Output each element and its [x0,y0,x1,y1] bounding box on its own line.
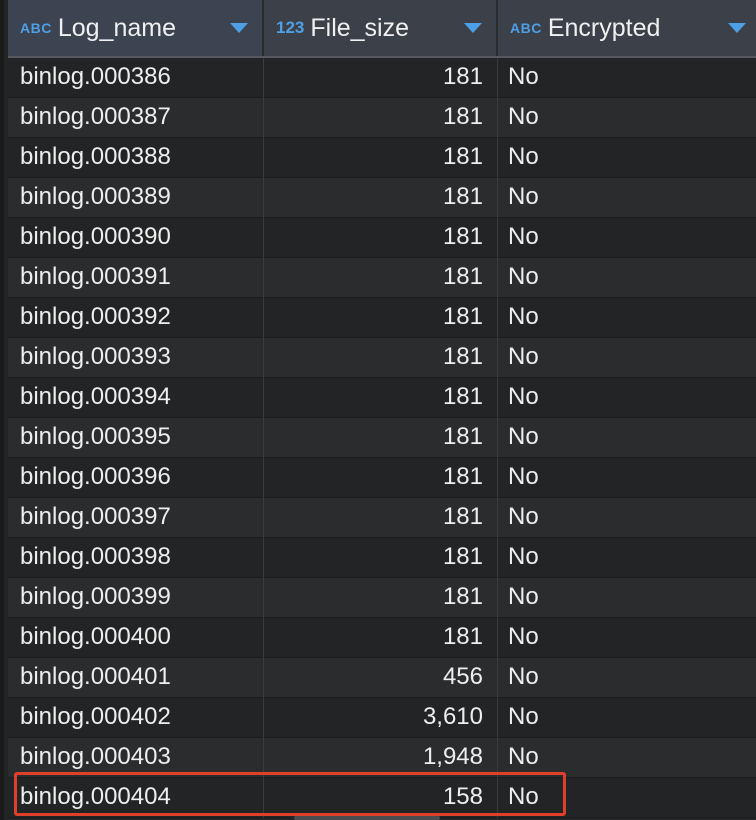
cell-log-name[interactable]: binlog.000402 [8,698,264,738]
cell-log-name[interactable]: binlog.000398 [8,538,264,578]
text-type-icon: ABC [20,20,52,36]
cell-file-size[interactable]: 181 [264,58,498,98]
grid-body: binlog.000386 181 No binlog.000387 181 No binl… [8,58,756,818]
column-header-log-name[interactable]: ABC Log_name [8,0,264,56]
number-type-icon: 123 [276,18,305,37]
cell-encrypted[interactable]: No [498,618,756,658]
table-row[interactable]: binlog.000396 181 No [8,458,756,498]
cell-encrypted[interactable]: No [498,738,756,778]
cell-encrypted[interactable]: No [498,138,756,178]
cell-file-size[interactable]: 181 [264,458,498,498]
column-label: Encrypted [547,13,661,42]
cell-encrypted[interactable]: No [498,658,756,698]
cell-log-name[interactable]: binlog.000401 [8,658,264,698]
cell-log-name[interactable]: binlog.000400 [8,618,264,658]
cell-encrypted[interactable]: No [498,578,756,618]
cell-log-name[interactable]: binlog.000392 [8,298,264,338]
cell-encrypted[interactable]: No [498,98,756,138]
cell-file-size[interactable]: 181 [264,578,498,618]
cell-encrypted[interactable]: No [498,778,756,818]
table-row[interactable]: binlog.000401 456 No [8,658,756,698]
table-row[interactable]: binlog.000391 181 No [8,258,756,298]
cell-log-name[interactable]: binlog.000394 [8,378,264,418]
cell-file-size[interactable]: 1,948 [264,738,498,778]
cell-log-name[interactable]: binlog.000393 [8,338,264,378]
cell-file-size[interactable]: 181 [264,98,498,138]
table-row[interactable]: binlog.000395 181 No [8,418,756,458]
text-type-icon: ABC [510,20,542,36]
cell-encrypted[interactable]: No [498,498,756,538]
table-row[interactable]: binlog.000397 181 No [8,498,756,538]
table-row[interactable]: binlog.000400 181 No [8,618,756,658]
cell-encrypted[interactable]: No [498,258,756,298]
sort-dropdown-icon[interactable] [230,23,248,33]
table-row[interactable]: binlog.000388 181 No [8,138,756,178]
sort-dropdown-icon[interactable] [728,23,746,33]
cell-file-size[interactable]: 181 [264,338,498,378]
cell-log-name[interactable]: binlog.000396 [8,458,264,498]
cell-file-size[interactable]: 181 [264,258,498,298]
cell-file-size[interactable]: 181 [264,178,498,218]
horizontal-scrollbar[interactable] [294,816,440,820]
cell-encrypted[interactable]: No [498,458,756,498]
grid-header: ABC Log_name 123 File_size ABC Encrypted [8,0,756,58]
cell-log-name[interactable]: binlog.000391 [8,258,264,298]
cell-file-size[interactable]: 181 [264,218,498,258]
cell-log-name[interactable]: binlog.000387 [8,98,264,138]
table-row[interactable]: binlog.000390 181 No [8,218,756,258]
column-header-encrypted[interactable]: ABC Encrypted [498,0,756,56]
cell-log-name[interactable]: binlog.000388 [8,138,264,178]
table-row[interactable]: binlog.000403 1,948 No [8,738,756,778]
column-header-file-size[interactable]: 123 File_size [264,0,498,56]
cell-file-size[interactable]: 181 [264,138,498,178]
cell-file-size[interactable]: 181 [264,498,498,538]
table-row[interactable]: binlog.000398 181 No [8,538,756,578]
cell-file-size[interactable]: 181 [264,378,498,418]
table-row[interactable]: binlog.000386 181 No [8,58,756,98]
cell-encrypted[interactable]: No [498,538,756,578]
cell-file-size[interactable]: 181 [264,298,498,338]
table-row[interactable]: binlog.000393 181 No [8,338,756,378]
column-label: File_size [310,13,410,42]
cell-log-name[interactable]: binlog.000404 [8,778,264,818]
cell-encrypted[interactable]: No [498,58,756,98]
cell-file-size[interactable]: 456 [264,658,498,698]
cell-log-name[interactable]: binlog.000389 [8,178,264,218]
cell-encrypted[interactable]: No [498,698,756,738]
cell-file-size[interactable]: 181 [264,538,498,578]
column-label: Log_name [57,13,176,42]
sort-dropdown-icon[interactable] [464,23,482,33]
cell-log-name[interactable]: binlog.000390 [8,218,264,258]
result-grid: ABC Log_name 123 File_size ABC Encrypted… [0,0,756,820]
table-row[interactable]: binlog.000392 181 No [8,298,756,338]
table-row[interactable]: binlog.000399 181 No [8,578,756,618]
cell-log-name[interactable]: binlog.000399 [8,578,264,618]
cell-log-name[interactable]: binlog.000386 [8,58,264,98]
table-row[interactable]: binlog.000387 181 No [8,98,756,138]
cell-encrypted[interactable]: No [498,298,756,338]
cell-encrypted[interactable]: No [498,378,756,418]
cell-log-name[interactable]: binlog.000395 [8,418,264,458]
table-row[interactable]: binlog.000404 158 No [8,778,756,818]
cell-file-size[interactable]: 158 [264,778,498,818]
cell-encrypted[interactable]: No [498,418,756,458]
cell-file-size[interactable]: 181 [264,418,498,458]
cell-encrypted[interactable]: No [498,178,756,218]
table-row[interactable]: binlog.000389 181 No [8,178,756,218]
cell-log-name[interactable]: binlog.000403 [8,738,264,778]
cell-file-size[interactable]: 3,610 [264,698,498,738]
cell-encrypted[interactable]: No [498,218,756,258]
table-row[interactable]: binlog.000394 181 No [8,378,756,418]
table-row[interactable]: binlog.000402 3,610 No [8,698,756,738]
cell-file-size[interactable]: 181 [264,618,498,658]
cell-log-name[interactable]: binlog.000397 [8,498,264,538]
cell-encrypted[interactable]: No [498,338,756,378]
